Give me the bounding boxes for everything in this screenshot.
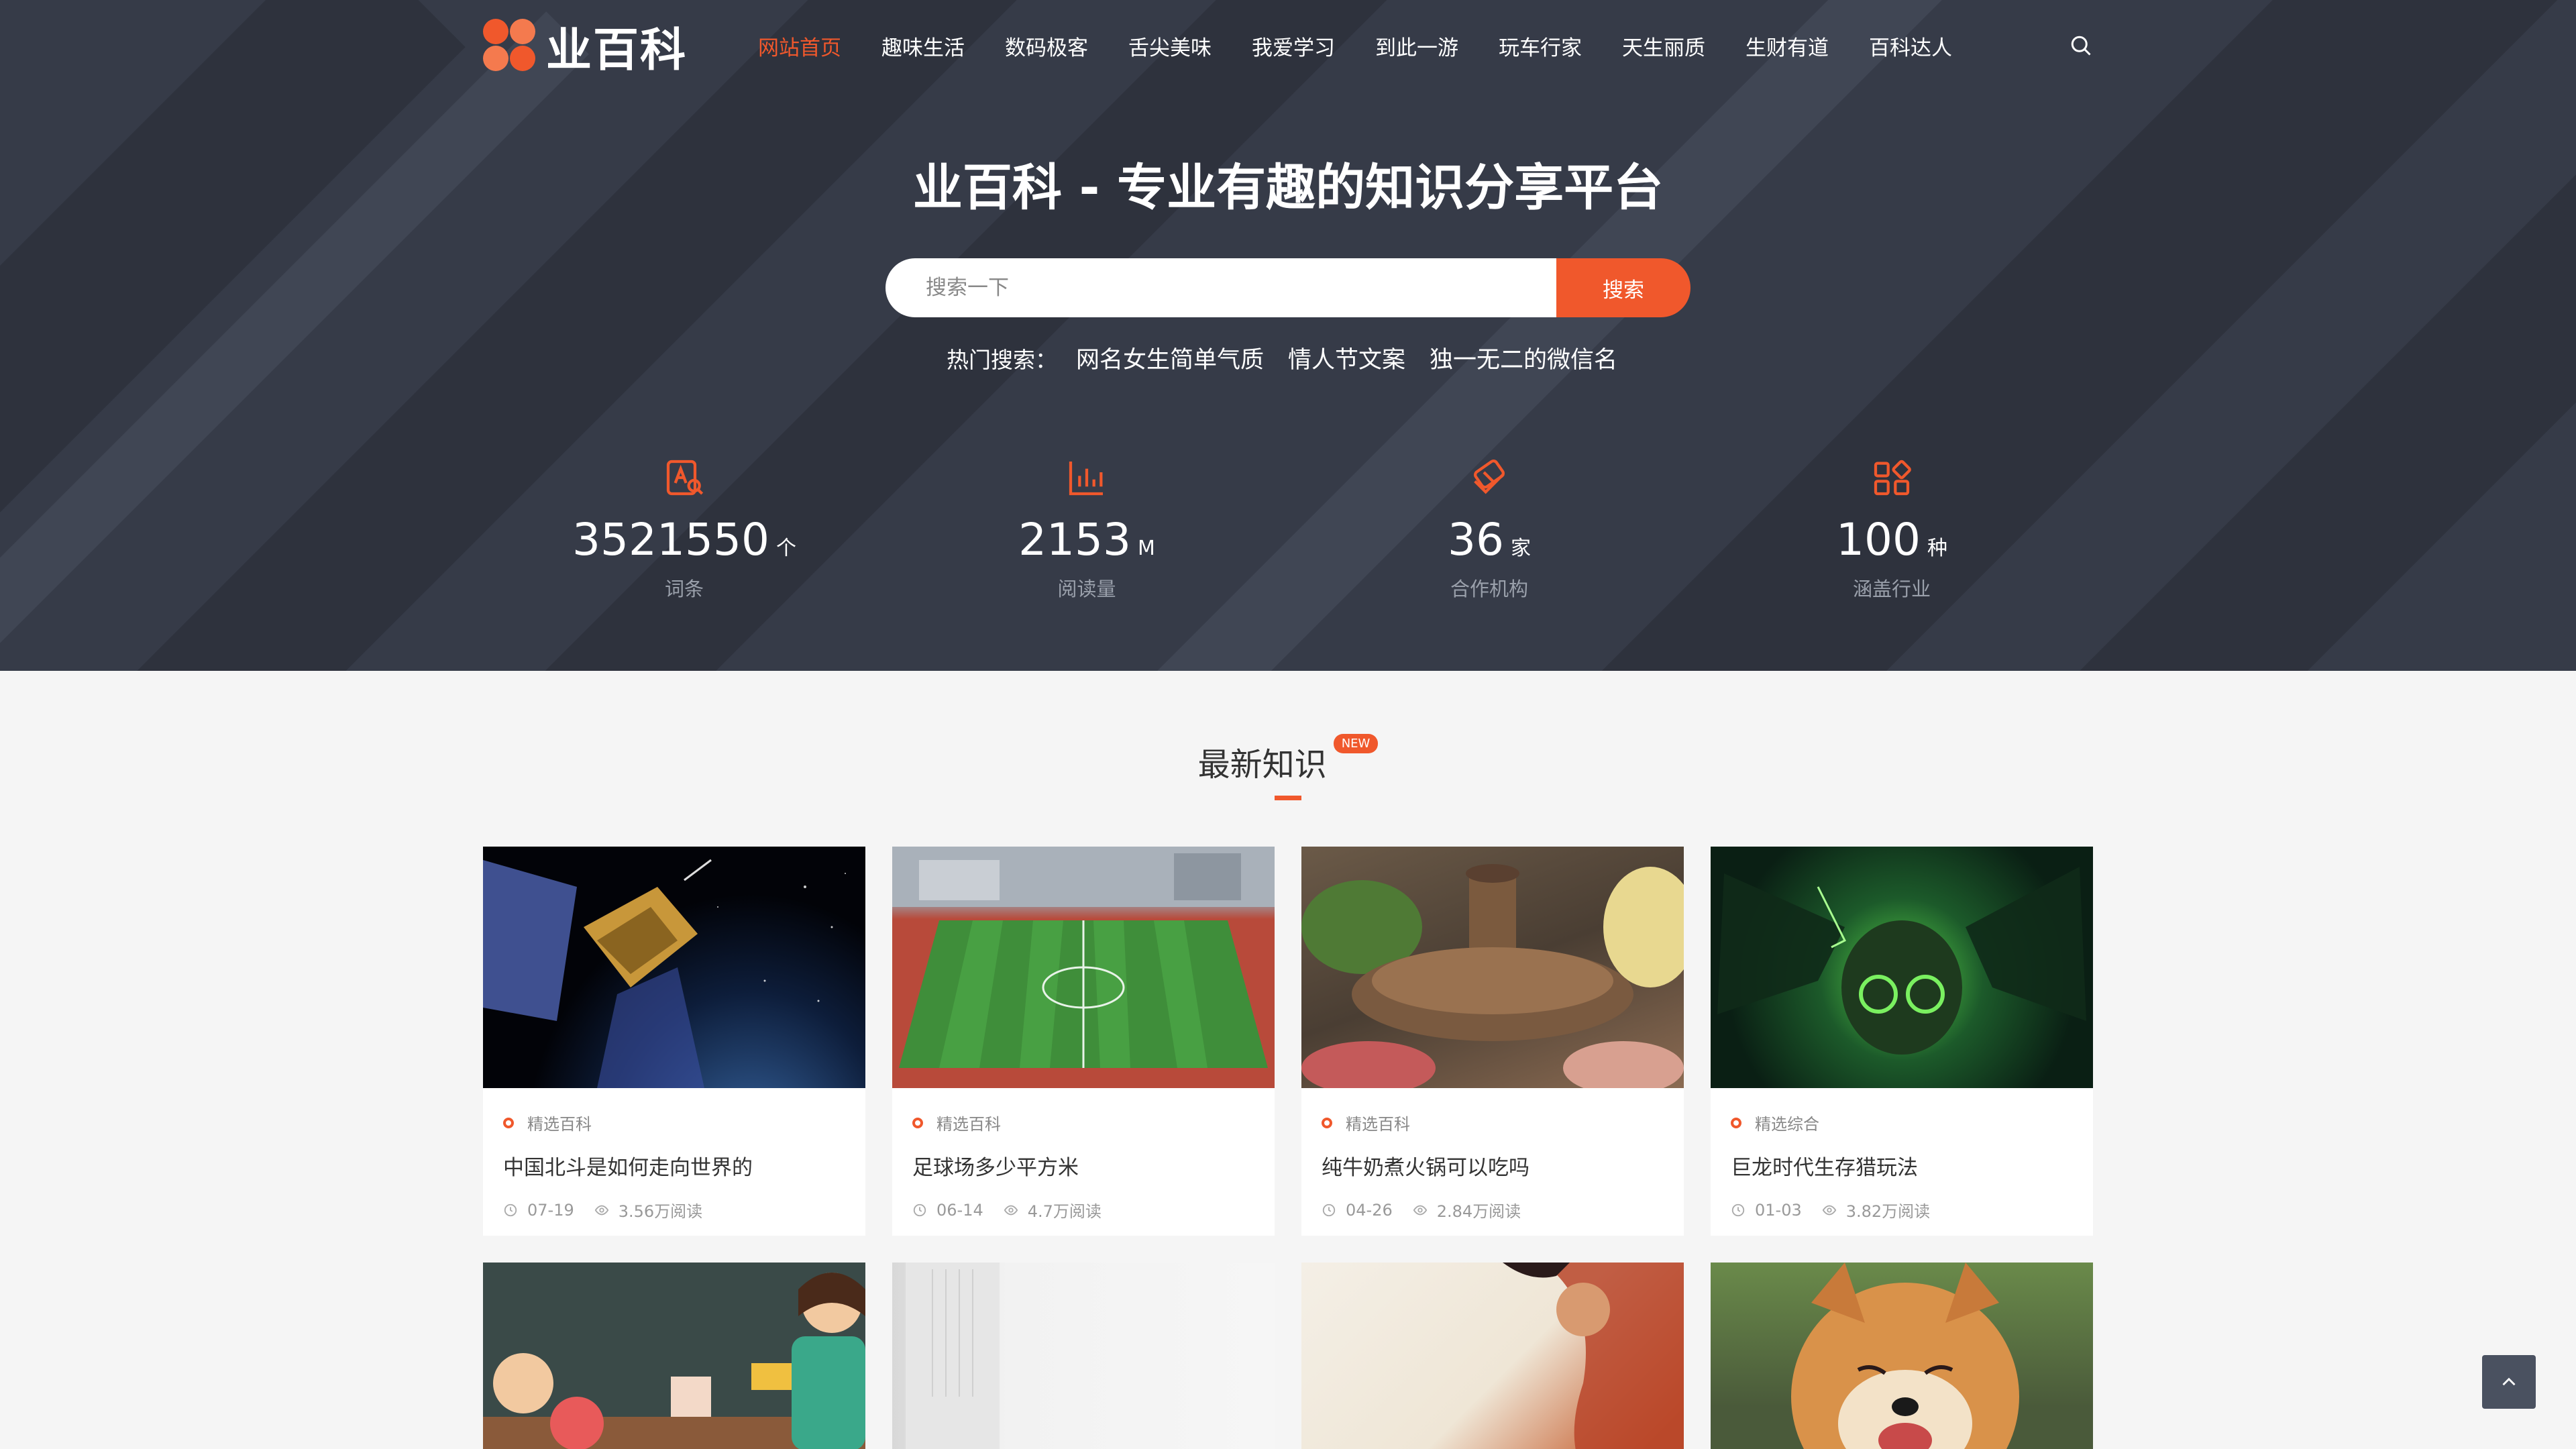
card-image [892,1263,1275,1449]
eye-icon [1413,1205,1427,1215]
article-card[interactable] [1711,1263,2093,1449]
stat-caption: 合作机构 [1450,578,1528,600]
nav-menu: 网站首页 趣味生活 数码极客 舌尖美味 我爱学习 到此一游 玩车行家 天生丽质 … [758,31,1992,61]
hot-search-link[interactable]: 独一无二的微信名 [1430,347,1617,374]
stat-unit: 个 [775,537,796,560]
stat-value: 3521550 [572,514,769,566]
article-card[interactable] [1301,1263,1684,1449]
back-to-top-button[interactable] [2482,1355,2536,1409]
stat-caption: 涵盖行业 [1852,578,1931,600]
clock-icon [913,1203,926,1216]
card-image [892,847,1275,1088]
article-card[interactable]: 精选百科 足球场多少平方米 06-14 4.7万阅读 [892,847,1275,1236]
article-card[interactable]: 精选百科 纯牛奶煮火锅可以吃吗 04-26 2.84万阅读 [1301,847,1684,1236]
section-title: 最新知识 NEW [0,734,2576,785]
card-category: 精选综合 [1755,1115,1819,1134]
hot-searches: 热门搜索： 网名女生简单气质 情人节文案 独一无二的微信名 [0,341,2576,375]
category-dot-icon [1731,1117,1741,1128]
hot-search-link[interactable]: 情人节文案 [1288,347,1405,374]
bar-chart-icon [1069,462,1103,496]
card-title[interactable]: 纯牛奶煮火锅可以吃吗 [1322,1150,1664,1181]
stat-value: 2153 [1018,514,1132,566]
logo-text: 业百科 [546,23,688,77]
search-button[interactable]: 搜索 [1556,258,1690,317]
card-image [1711,1263,2093,1449]
category-dot-icon [1322,1117,1332,1128]
top-nav: 业百科 网站首页 趣味生活 数码极客 舌尖美味 我爱学习 到此一游 玩车行家 天… [483,0,2093,91]
nav-item-food[interactable]: 舌尖美味 [1128,31,1212,61]
nav-item-experts[interactable]: 百科达人 [1869,31,1952,61]
card-category: 精选百科 [527,1115,592,1134]
card-reads: 4.7万阅读 [1027,1202,1102,1221]
card-image [1711,847,2093,1088]
nav-item-finance[interactable]: 生财有道 [1746,31,1829,61]
stat-entries: 3521550 个 词条 [483,456,885,602]
stat-unit: 家 [1510,537,1531,560]
nav-item-home[interactable]: 网站首页 [758,31,841,61]
nav-item-cars[interactable]: 玩车行家 [1499,31,1582,61]
card-title[interactable]: 中国北斗是如何走向世界的 [503,1150,845,1181]
hero-title: 业百科 - 专业有趣的知识分享平台 [912,159,1664,217]
search-box: 搜索 [885,258,1690,317]
search-input[interactable] [885,258,1556,317]
book-search-icon [666,460,704,496]
clock-icon [1731,1203,1745,1216]
nav-item-study[interactable]: 我爱学习 [1252,31,1335,61]
category-dot-icon [503,1117,514,1128]
stat-industries: 100 种 涵盖行业 [1690,456,2093,602]
clock-icon [504,1203,517,1216]
nav-item-digital[interactable]: 数码极客 [1005,31,1088,61]
stat-caption: 词条 [664,578,704,600]
new-badge: NEW [1333,734,1379,753]
article-card[interactable]: 精选百科 中国北斗是如何走向世界的 07-19 3.56万阅读 [483,847,865,1236]
chevron-up-icon [2502,1377,2516,1386]
clock-icon [1322,1203,1336,1216]
eye-icon [1822,1205,1836,1215]
nav-item-beauty[interactable]: 天生丽质 [1622,31,1705,61]
card-reads: 3.56万阅读 [618,1202,703,1221]
title-underline [1275,796,1301,800]
article-card[interactable] [892,1263,1275,1449]
stat-caption: 阅读量 [1057,578,1116,600]
nav-item-travel[interactable]: 到此一游 [1375,31,1458,61]
article-card[interactable]: 精选综合 巨龙时代生存猎玩法 01-03 3.82万阅读 [1711,847,2093,1236]
search-icon[interactable] [2069,34,2093,58]
logo-icon [483,19,537,72]
card-image [1301,1263,1684,1449]
card-title[interactable]: 足球场多少平方米 [912,1150,1254,1181]
card-category: 精选百科 [1346,1115,1410,1134]
category-dot-icon [912,1117,923,1128]
card-image [483,847,865,1088]
card-image [483,1263,865,1449]
nav-item-fun-life[interactable]: 趣味生活 [881,31,965,61]
card-date: 04-26 [1346,1200,1393,1220]
card-reads: 3.82万阅读 [1845,1202,1931,1221]
stat-value: 100 [1836,514,1921,566]
stat-partners: 36 家 合作机构 [1288,456,1690,602]
handshake-icon [1474,459,1505,494]
stat-reads: 2153 M 阅读量 [885,456,1288,602]
section-title-text: 最新知识 [1197,746,1327,784]
stat-unit: 种 [1927,537,1947,560]
card-date: 01-03 [1755,1200,1802,1220]
card-image [1301,847,1684,1088]
hero-banner: 业百科 网站首页 趣味生活 数码极客 舌尖美味 我爱学习 到此一游 玩车行家 天… [0,0,2576,671]
card-date: 06-14 [936,1200,983,1220]
eye-icon [1004,1205,1018,1215]
logo[interactable]: 业百科 [483,13,724,79]
hot-search-label: 热门搜索： [946,347,1057,373]
stats-row: 3521550 个 词条 2153 M 阅读量 36 家 合作机构 100 种 涵盖行业 [483,456,2093,602]
card-reads: 2.84万阅读 [1436,1202,1521,1221]
stat-value: 36 [1448,514,1504,566]
card-date: 07-19 [527,1200,574,1220]
hot-search-link[interactable]: 网名女生简单气质 [1076,347,1264,374]
eye-icon [594,1205,608,1215]
article-card[interactable] [483,1263,865,1449]
card-title[interactable]: 巨龙时代生存猎玩法 [1731,1150,2073,1181]
apps-grid-icon [1874,460,1911,496]
card-category: 精选百科 [936,1115,1001,1134]
stat-unit: M [1138,537,1155,560]
